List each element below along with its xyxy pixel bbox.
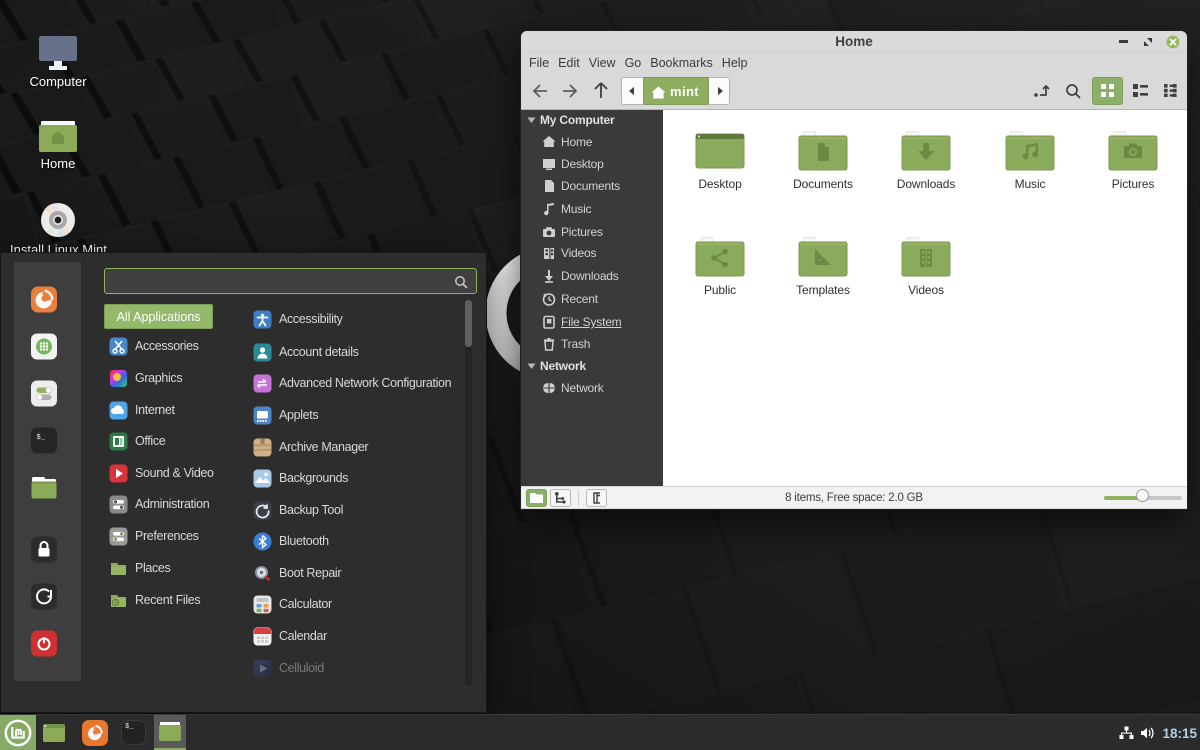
- svg-text:$_: $_: [36, 434, 45, 442]
